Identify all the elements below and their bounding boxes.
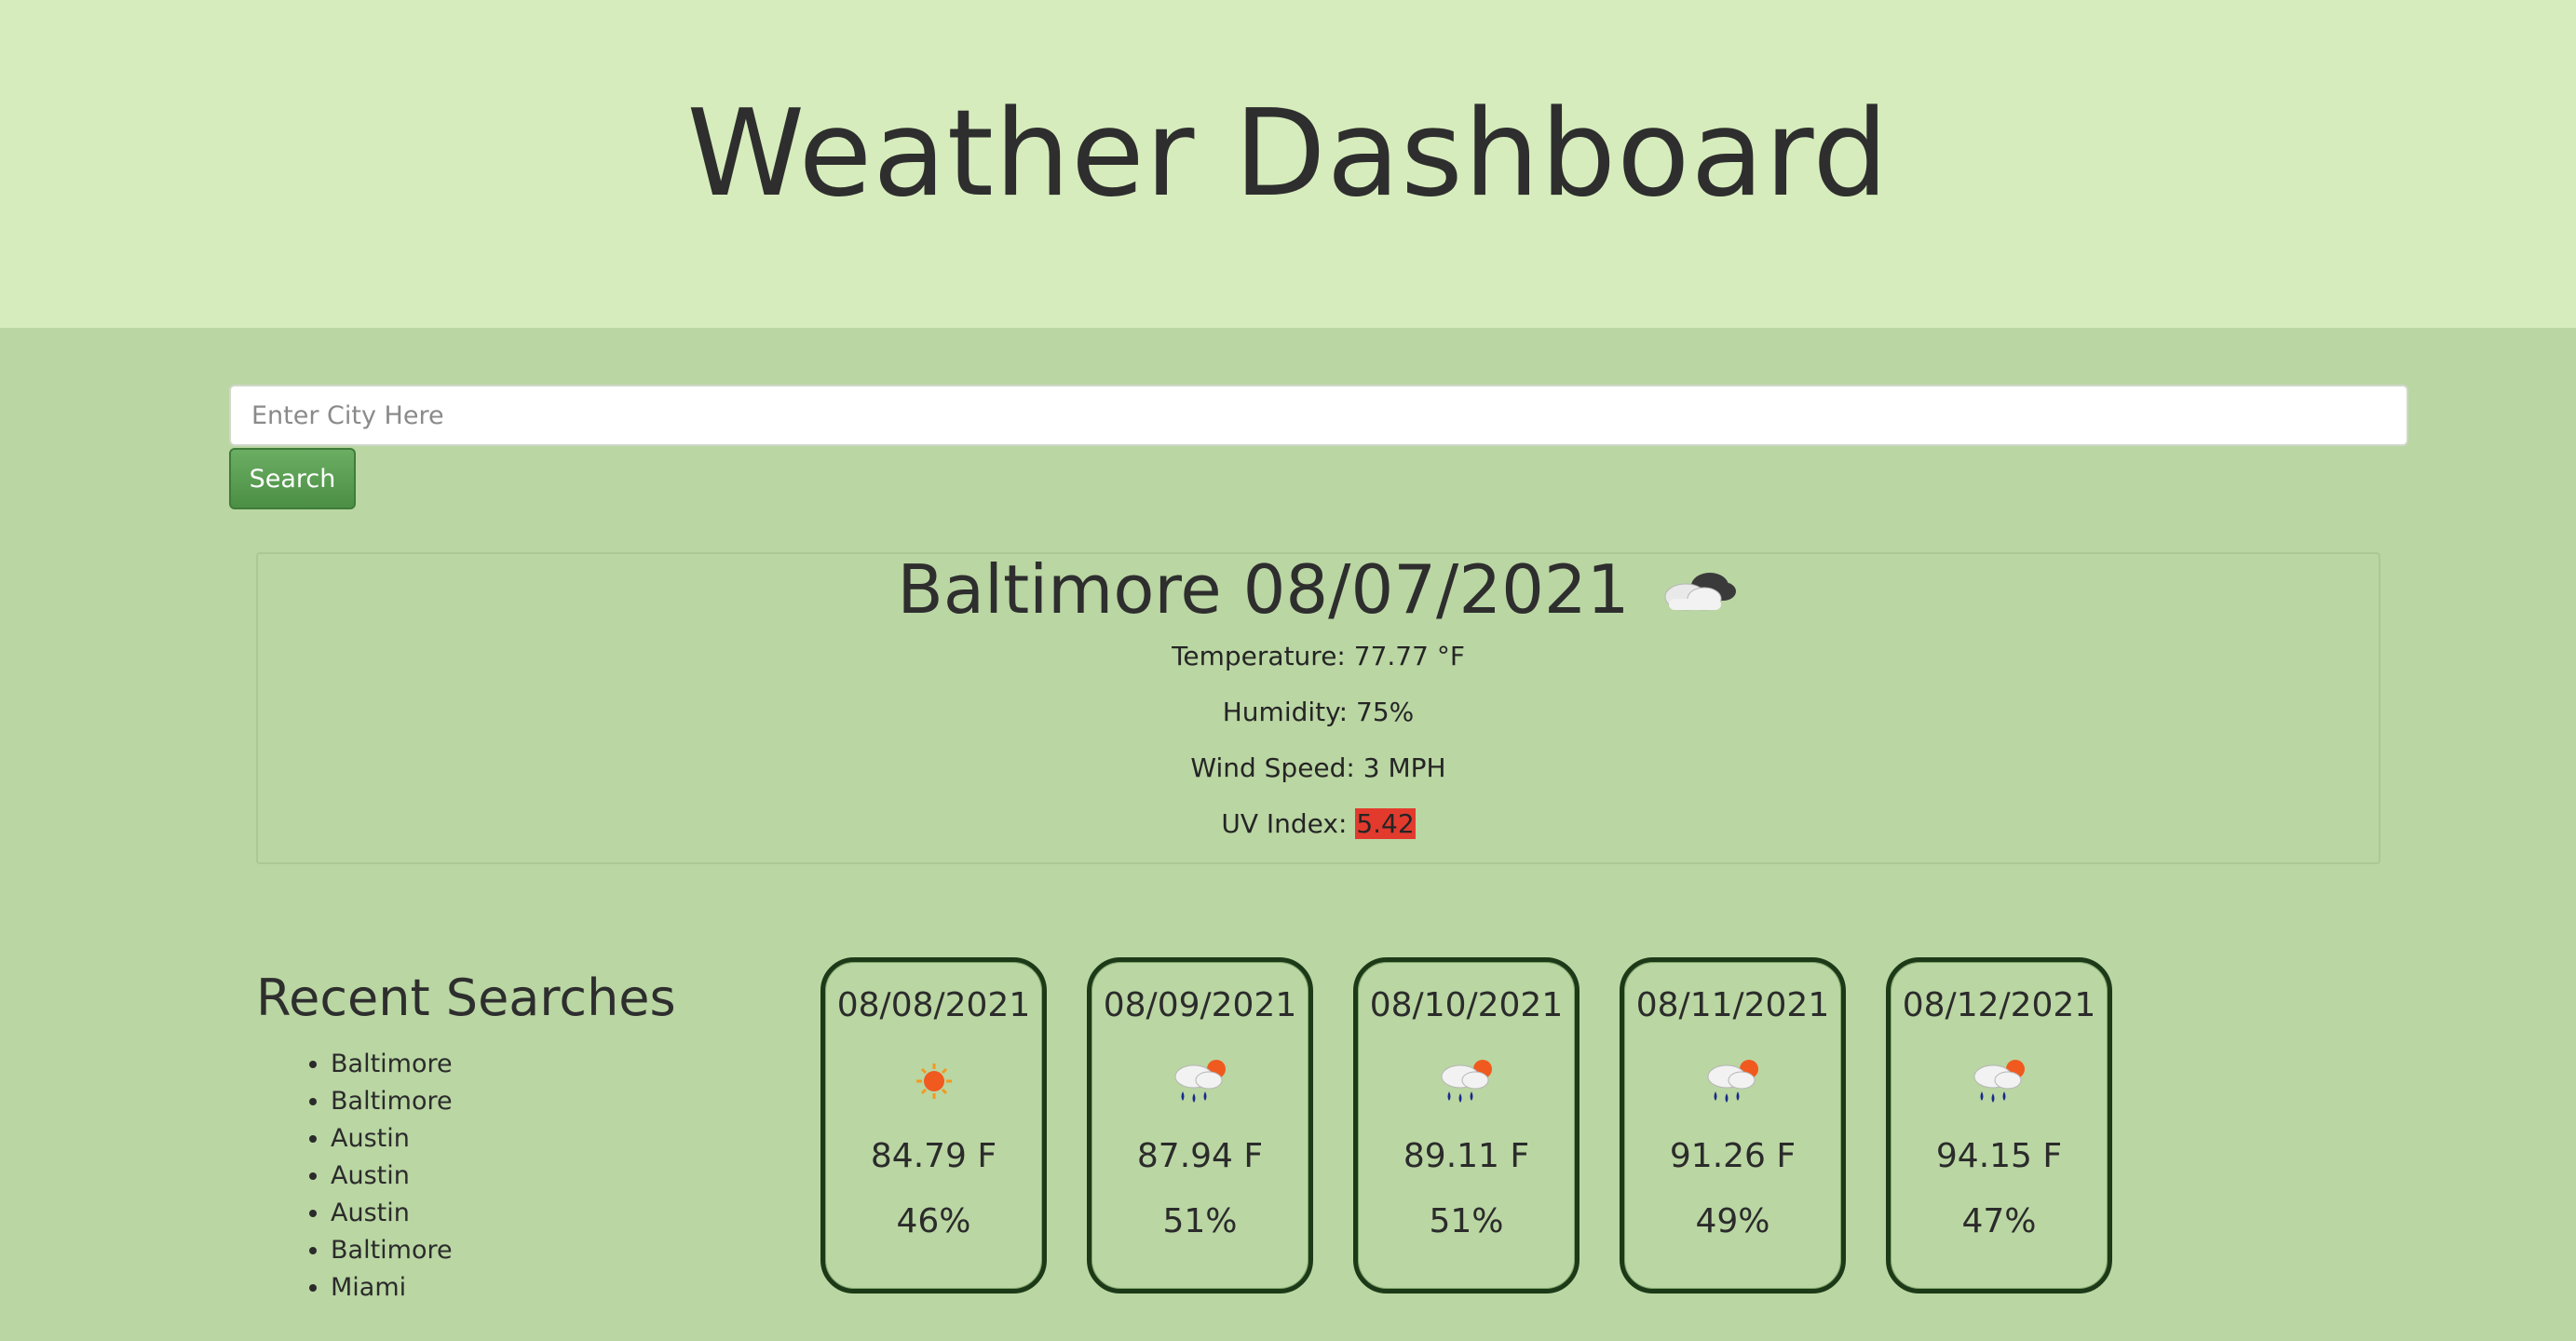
city-date-heading: Baltimore 08/07/2021 (897, 550, 1630, 629)
forecast-date: 08/12/2021 (1902, 986, 2096, 1024)
uv-index-readout: UV Index: 5.42 (258, 796, 2379, 852)
uv-index-value: 5.42 (1355, 808, 1416, 839)
recent-search-item[interactable]: Baltimore (331, 1083, 676, 1120)
forecast-temp: 94.15 F (1935, 1137, 2063, 1175)
forecast-card: 08/09/2021 87.94 F 51% (1087, 957, 1313, 1294)
rain-sun-icon (1174, 1060, 1226, 1103)
cloudy-icon (1664, 573, 1736, 611)
forecast-date: 08/10/2021 (1369, 986, 1564, 1024)
forecast-card: 08/12/2021 94.15 F 47% (1886, 957, 2112, 1294)
forecast-humidity: 51% (1429, 1202, 1504, 1240)
forecast-humidity: 51% (1162, 1202, 1238, 1240)
uv-index-label: UV Index: (1221, 808, 1348, 839)
sun-icon (915, 1063, 952, 1099)
page-header: Weather Dashboard (0, 0, 2576, 328)
recent-searches: Recent Searches Baltimore Baltimore Aust… (256, 968, 676, 1307)
forecast-temp: 84.79 F (870, 1137, 997, 1175)
city-search-input[interactable] (229, 385, 2408, 446)
recent-searches-heading: Recent Searches (256, 968, 676, 1027)
forecast-card: 08/08/2021 84.79 F 46% (820, 957, 1047, 1294)
forecast-date: 08/11/2021 (1635, 986, 1830, 1024)
forecast-card: 08/10/2021 89.11 F 51% (1353, 957, 1579, 1294)
forecast-temp: 89.11 F (1403, 1137, 1530, 1175)
forecast-temp: 91.26 F (1669, 1137, 1796, 1175)
forecast-date: 08/09/2021 (1103, 986, 1297, 1024)
humidity-readout: Humidity: 75% (1222, 697, 1415, 727)
temperature-readout: Temperature: 77.77 °F (1172, 641, 1465, 671)
recent-search-item[interactable]: Baltimore (331, 1046, 676, 1083)
recent-search-item[interactable]: Austin (331, 1195, 676, 1232)
forecast-humidity: 46% (896, 1202, 971, 1240)
wind-speed-readout: Wind Speed: 3 MPH (1190, 752, 1446, 783)
recent-search-item[interactable]: Austin (331, 1158, 676, 1195)
search-button[interactable]: Search (229, 448, 356, 509)
page-title: Weather Dashboard (686, 84, 1890, 224)
forecast-humidity: 49% (1695, 1202, 1770, 1240)
rain-sun-icon (1707, 1060, 1758, 1103)
rain-sun-icon (1973, 1060, 2025, 1103)
rain-sun-icon (1441, 1060, 1492, 1103)
recent-searches-list: Baltimore Baltimore Austin Austin Austin… (331, 1046, 676, 1307)
recent-search-item[interactable]: Baltimore (331, 1232, 676, 1269)
five-day-forecast: 08/08/2021 84.79 F 46% 08/09/2021 87.94 … (820, 957, 2112, 1294)
current-weather-title: Baltimore 08/07/2021 (258, 550, 2379, 629)
forecast-card: 08/11/2021 91.26 F 49% (1620, 957, 1846, 1294)
forecast-date: 08/08/2021 (836, 986, 1031, 1024)
recent-search-item[interactable]: Miami (331, 1269, 676, 1307)
forecast-temp: 87.94 F (1136, 1137, 1264, 1175)
forecast-humidity: 47% (1961, 1202, 2037, 1240)
recent-search-item[interactable]: Austin (331, 1120, 676, 1158)
current-weather-panel: Baltimore 08/07/2021 Temperature: 77.77 … (256, 550, 2380, 864)
